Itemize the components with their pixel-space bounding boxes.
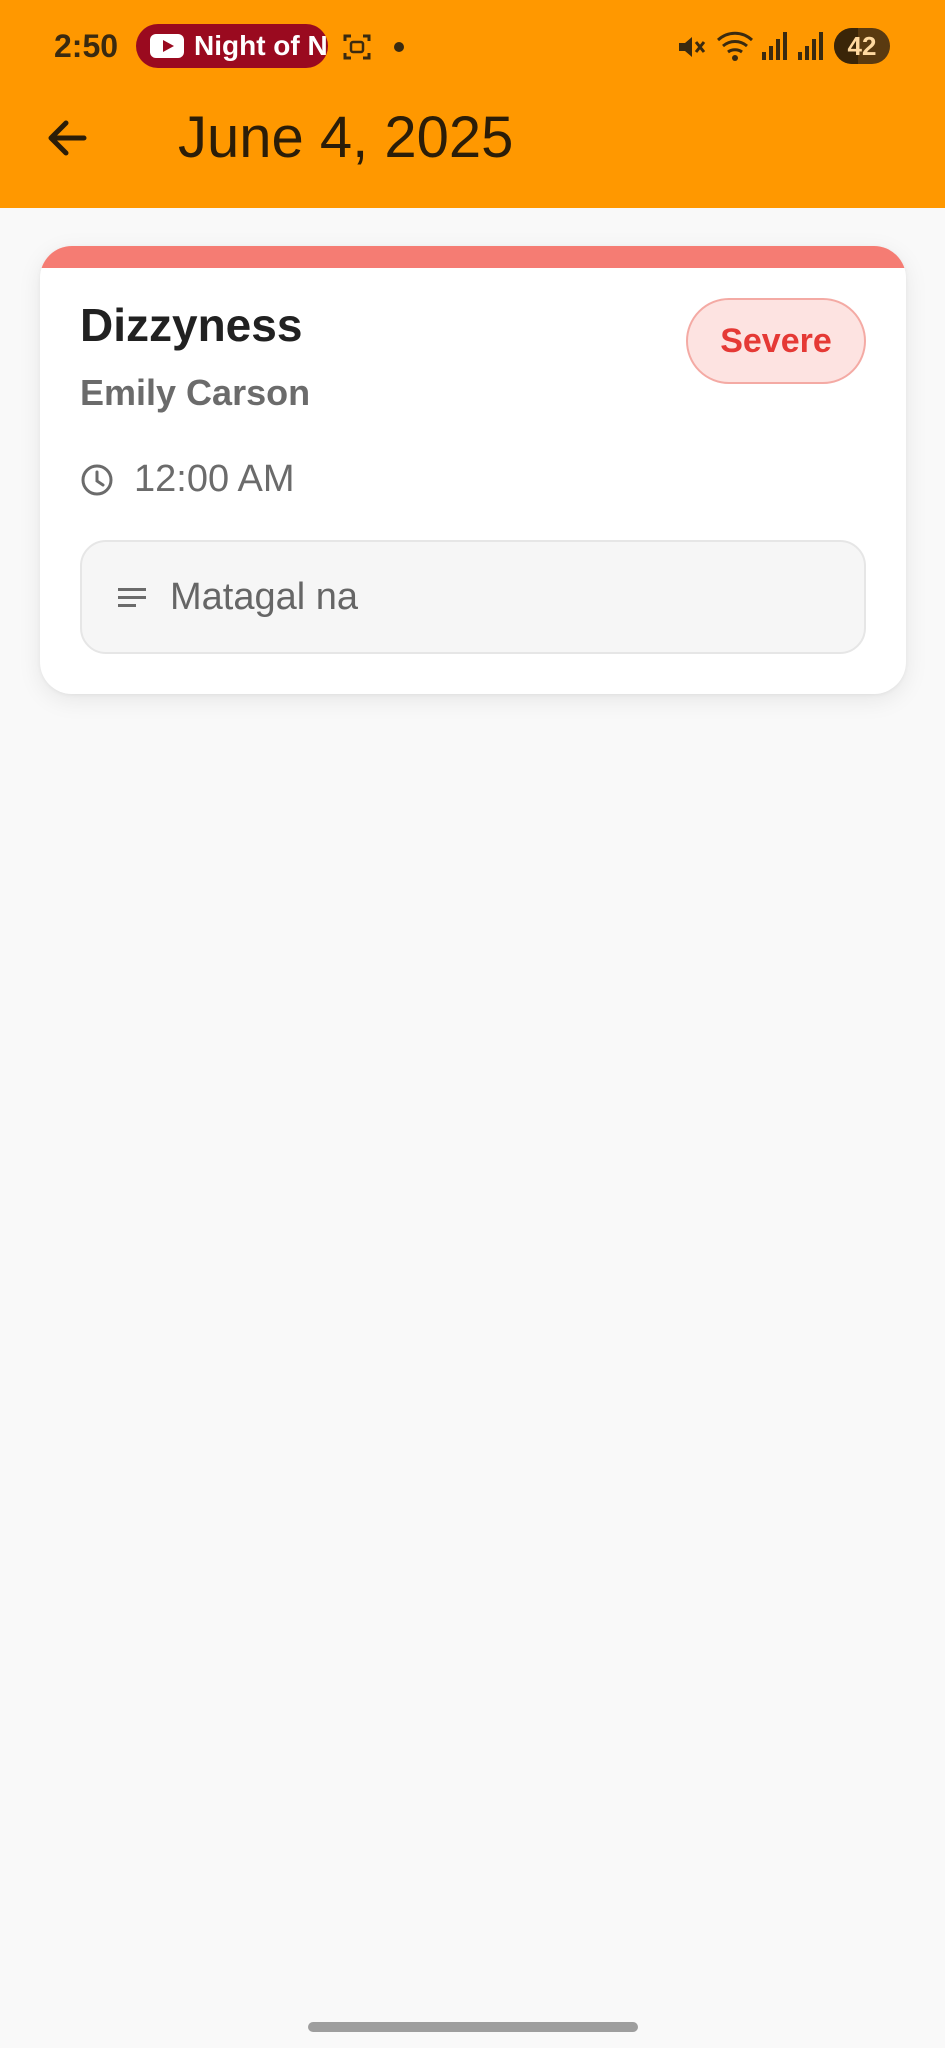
screenshot-icon bbox=[343, 34, 371, 60]
home-indicator[interactable] bbox=[308, 2022, 638, 2032]
severity-badge: Severe bbox=[686, 298, 866, 384]
signal-icon bbox=[798, 32, 823, 60]
wifi-icon bbox=[716, 31, 754, 61]
mute-icon bbox=[679, 37, 706, 57]
signal-icon bbox=[762, 32, 787, 60]
app-bar: 2:50 Night of N 42 June 4, 2025 bbox=[0, 0, 945, 208]
symptom-entry-card[interactable]: Dizzyness Emily Carson Severe 12:00 AM M… bbox=[40, 246, 906, 694]
back-button[interactable] bbox=[36, 106, 100, 170]
note-text: Matagal na bbox=[170, 575, 359, 618]
entry-time-row: 12:00 AM bbox=[80, 458, 295, 501]
status-time: 2:50 bbox=[54, 28, 119, 64]
notification-dot-icon bbox=[394, 42, 404, 52]
entry-note: Matagal na bbox=[80, 540, 866, 654]
battery-indicator: 42 bbox=[834, 28, 890, 64]
symptom-name: Dizzyness bbox=[80, 299, 303, 351]
entry-time: 12:00 AM bbox=[134, 458, 295, 500]
page-title: June 4, 2025 bbox=[178, 105, 514, 170]
media-notification-pill[interactable]: Night of N bbox=[136, 24, 328, 68]
notes-icon bbox=[118, 588, 146, 607]
media-title: Night of N bbox=[194, 30, 328, 61]
battery-level: 42 bbox=[847, 31, 877, 61]
clock-icon bbox=[81, 464, 113, 495]
severity-accent-strip bbox=[40, 246, 906, 268]
youtube-icon bbox=[150, 34, 184, 58]
patient-name: Emily Carson bbox=[80, 372, 311, 413]
status-bar: 2:50 Night of N 42 bbox=[0, 0, 945, 96]
